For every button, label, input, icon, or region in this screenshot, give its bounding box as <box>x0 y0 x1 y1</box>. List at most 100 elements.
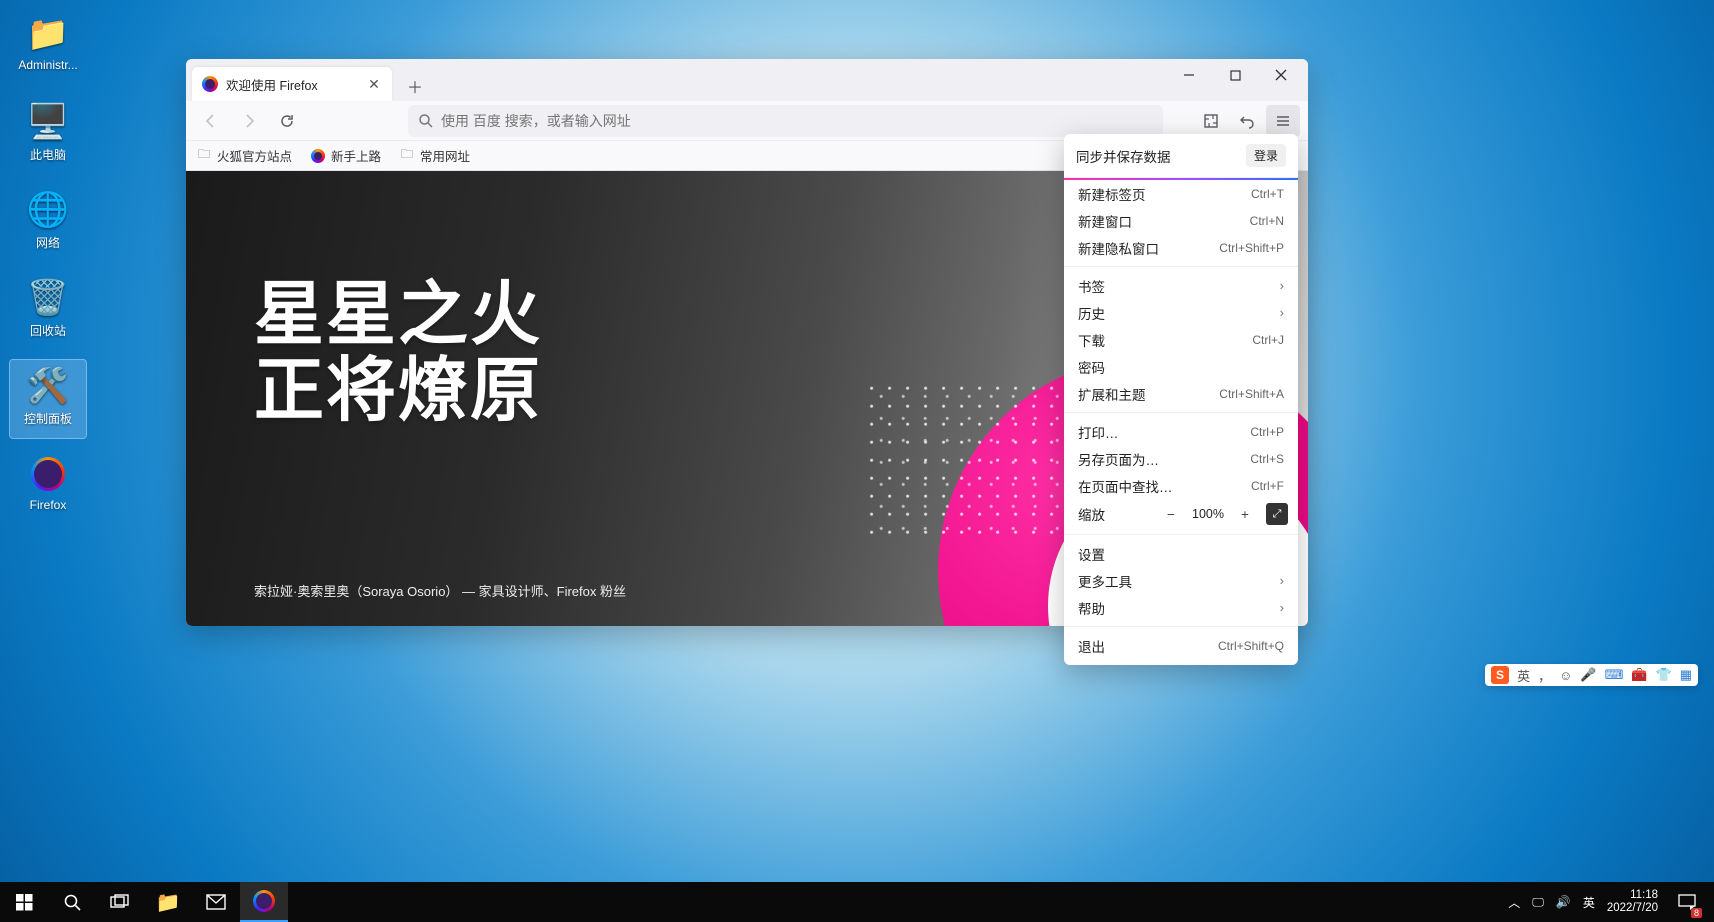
desktop-icon-label: 回收站 <box>30 322 66 339</box>
hero-text: 星星之火 正将燎原 <box>254 277 542 428</box>
hero-caption: 索拉娅·奥索里奥（Soraya Osorio） — 家具设计师、Firefox … <box>254 581 626 600</box>
menu-item[interactable]: 新建标签页Ctrl+T <box>1064 180 1298 207</box>
tab-title: 欢迎使用 Firefox <box>226 75 358 94</box>
fullscreen-button[interactable]: ⤢ <box>1266 503 1288 525</box>
taskbar: 📁 ︿ 🖵 🔊 英 11:18 2022/7/20 8 <box>0 882 1714 922</box>
pc-icon: 🖥️ <box>26 100 70 144</box>
start-button[interactable] <box>0 882 48 922</box>
menu-item[interactable]: 新建窗口Ctrl+N <box>1064 207 1298 234</box>
bookmark-item[interactable]: 新手上路 <box>310 146 381 165</box>
menu-item-label: 另存页面为… <box>1078 449 1159 469</box>
tray-chevron-icon[interactable]: ︿ <box>1508 894 1520 911</box>
menu-item[interactable]: 扩展和主题Ctrl+Shift+A <box>1064 380 1298 407</box>
menu-separator <box>1064 626 1298 627</box>
menu-item-label: 新建隐私窗口 <box>1078 238 1159 258</box>
menu-item[interactable]: 打印…Ctrl+P <box>1064 418 1298 445</box>
file-explorer-button[interactable]: 📁 <box>144 882 192 922</box>
desktop-icon-firefox[interactable]: Firefox <box>10 448 86 526</box>
menu-item[interactable]: 更多工具› <box>1064 567 1298 594</box>
url-bar[interactable] <box>408 105 1163 137</box>
back-button[interactable] <box>194 105 228 137</box>
search-icon <box>418 113 433 128</box>
user-folder-icon: 📁 <box>26 12 70 56</box>
chevron-right-icon: › <box>1280 278 1284 293</box>
menu-item-shortcut: Ctrl+J <box>1252 333 1284 347</box>
notifications-button[interactable]: 8 <box>1670 882 1704 922</box>
menu-item-label: 退出 <box>1078 636 1105 656</box>
desktop-icon-label: 网络 <box>36 234 60 251</box>
search-button[interactable] <box>48 882 96 922</box>
sparks-decoration <box>868 381 1088 541</box>
notification-badge: 8 <box>1691 908 1702 918</box>
tab-close-button[interactable]: ✕ <box>366 76 382 92</box>
menu-item[interactable]: 退出Ctrl+Shift+Q <box>1064 632 1298 659</box>
tab-active[interactable]: 欢迎使用 Firefox ✕ <box>192 67 392 101</box>
tray-clock[interactable]: 11:18 2022/7/20 <box>1607 889 1658 915</box>
skin-icon[interactable]: 👕 <box>1656 667 1672 683</box>
grid-icon[interactable]: ▦ <box>1680 667 1692 683</box>
desktop-icon-label: Firefox <box>30 498 67 512</box>
bookmark-item[interactable]: 🗀 常用网址 <box>399 146 470 165</box>
screenshot-button[interactable] <box>1194 105 1228 137</box>
menu-item[interactable]: 密码 <box>1064 353 1298 380</box>
menu-item-label: 下载 <box>1078 330 1105 350</box>
new-tab-button[interactable]: ＋ <box>400 71 430 101</box>
sogou-icon: S <box>1491 666 1509 684</box>
chevron-right-icon: › <box>1280 600 1284 615</box>
toolbox-icon[interactable]: 🧰 <box>1631 667 1647 683</box>
chevron-right-icon: › <box>1280 573 1284 588</box>
menu-item[interactable]: 设置 <box>1064 540 1298 567</box>
menu-item-label: 设置 <box>1078 544 1105 564</box>
control-panel-icon: 🛠️ <box>26 364 70 408</box>
tab-strip: 欢迎使用 Firefox ✕ ＋ <box>186 59 1308 101</box>
desktop-icon-control[interactable]: 🛠️ 控制面板 <box>10 360 86 438</box>
menu-item-label: 帮助 <box>1078 598 1105 618</box>
desktop-icon-admin[interactable]: 📁 Administr... <box>10 8 86 86</box>
tray-ime-indicator[interactable]: 英 <box>1583 894 1595 911</box>
menu-item[interactable]: 书签› <box>1064 272 1298 299</box>
desktop-icon-pc[interactable]: 🖥️ 此电脑 <box>10 96 86 174</box>
mail-button[interactable] <box>192 882 240 922</box>
zoom-out-button[interactable]: − <box>1160 503 1182 525</box>
firefox-taskbar-button[interactable] <box>240 882 288 922</box>
desktop-icons: 📁 Administr... 🖥️ 此电脑 🌐 网络 🗑️ 回收站 🛠️ 控制面… <box>10 8 90 536</box>
ime-punct-indicator[interactable]: ， <box>1538 666 1551 685</box>
system-tray: ︿ 🖵 🔊 英 11:18 2022/7/20 8 <box>1508 882 1714 922</box>
emoji-icon[interactable]: ☺ <box>1559 668 1572 683</box>
menu-item[interactable]: 帮助 › <box>1064 594 1298 621</box>
desktop-icon-label: Administr... <box>18 58 77 72</box>
keyboard-icon[interactable]: ⌨ <box>1605 667 1624 683</box>
ime-toolbar[interactable]: S 英 ， ☺ 🎤 ⌨ 🧰 👕 ▦ <box>1485 664 1698 686</box>
menu-item-shortcut: Ctrl+S <box>1250 452 1284 466</box>
login-button[interactable]: 登录 <box>1246 144 1286 167</box>
menu-item[interactable]: 下载 Ctrl+J <box>1064 326 1298 353</box>
tray-display-icon[interactable]: 🖵 <box>1532 895 1544 910</box>
bookmark-item[interactable]: 🗀 火狐官方站点 <box>196 146 292 165</box>
desktop-icon-network[interactable]: 🌐 网络 <box>10 184 86 262</box>
zoom-in-button[interactable]: + <box>1234 503 1256 525</box>
network-icon: 🌐 <box>26 188 70 232</box>
window-minimize-button[interactable] <box>1166 59 1212 91</box>
task-view-button[interactable] <box>96 882 144 922</box>
desktop-icon-recycle[interactable]: 🗑️ 回收站 <box>10 272 86 350</box>
ime-lang-indicator[interactable]: 英 <box>1517 666 1530 685</box>
menu-item[interactable]: 历史› <box>1064 299 1298 326</box>
menu-item-label: 新建窗口 <box>1078 211 1132 231</box>
menu-item[interactable]: 在页面中查找…Ctrl+F <box>1064 472 1298 499</box>
window-close-button[interactable] <box>1258 59 1304 91</box>
menu-item[interactable]: 新建隐私窗口Ctrl+Shift+P <box>1064 234 1298 261</box>
url-input[interactable] <box>441 113 1153 129</box>
tray-volume-icon[interactable]: 🔊 <box>1556 895 1571 909</box>
menu-item-label: 在页面中查找… <box>1078 476 1173 496</box>
menu-item[interactable]: 另存页面为… Ctrl+S <box>1064 445 1298 472</box>
firefox-icon <box>310 148 326 164</box>
app-menu-button[interactable] <box>1266 105 1300 137</box>
undo-button[interactable] <box>1230 105 1264 137</box>
forward-button[interactable] <box>232 105 266 137</box>
mic-icon[interactable]: 🎤 <box>1580 667 1596 683</box>
menu-sync-row[interactable]: 同步并保存数据 登录 <box>1064 134 1298 178</box>
reload-button[interactable] <box>270 105 304 137</box>
menu-item-label: 历史 <box>1078 303 1105 323</box>
menu-item-label: 扩展和主题 <box>1078 384 1146 404</box>
window-maximize-button[interactable] <box>1212 59 1258 91</box>
